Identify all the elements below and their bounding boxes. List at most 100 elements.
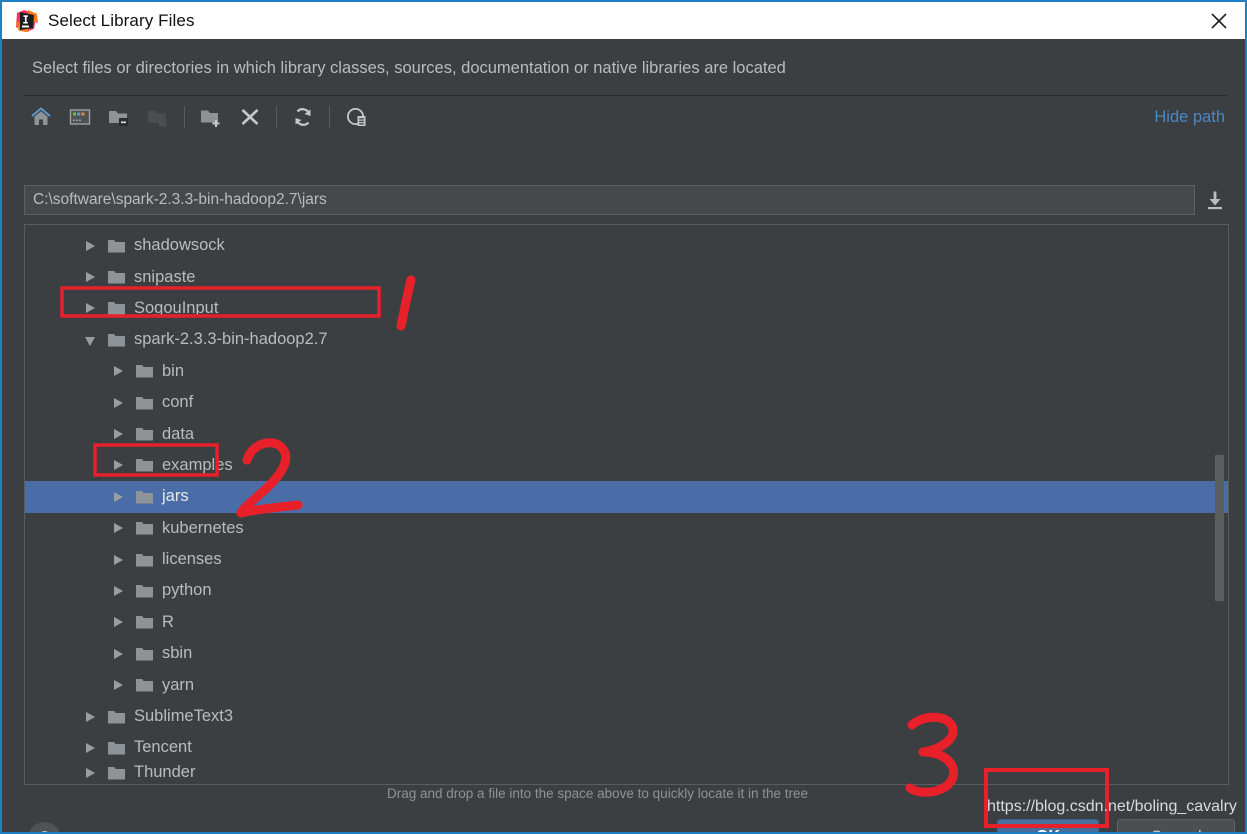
chevron-down-icon[interactable] [85,334,96,346]
show-hidden-icon [347,108,366,126]
tree-row-label: examples [162,455,233,474]
tree-scrollbar-track[interactable] [1215,226,1227,784]
chevron-right-icon[interactable] [113,616,124,628]
tree-row[interactable]: SublimeText3 [25,701,1228,732]
tree-row[interactable]: Thunder [25,763,1228,782]
tree-row-label: Thunder [134,763,196,782]
folder-icon [108,270,125,284]
path-row [24,184,1227,216]
desktop-button[interactable] [63,100,97,134]
refresh-button[interactable] [286,100,320,134]
folder-icon [108,766,125,780]
dialog-body: Select files or directories in which lib… [4,39,1245,832]
chevron-right-icon[interactable] [113,365,124,377]
tree-row[interactable]: sbin [25,638,1228,669]
title-bar: Select Library Files [2,2,1245,39]
chevron-right-icon[interactable] [113,522,124,534]
close-button[interactable] [1193,2,1245,39]
chevron-right-icon[interactable] [113,585,124,597]
tree-row[interactable]: kubernetes [25,513,1228,544]
folder-icon [136,522,153,535]
tree-row-label: licenses [162,550,222,569]
refresh-icon [295,108,311,126]
tree-row[interactable]: examples [25,450,1228,481]
tree-row-label: sbin [162,644,193,663]
tree-row[interactable]: bin [25,356,1228,387]
delete-icon [241,109,259,125]
chevron-right-icon[interactable] [113,428,124,440]
chevron-right-icon[interactable] [113,459,124,471]
path-input[interactable] [24,185,1196,215]
tree-row[interactable]: licenses [25,544,1228,575]
tree-scrollbar-thumb[interactable] [1215,455,1224,601]
folder-icon [108,710,125,724]
chevron-right-icon[interactable] [85,302,96,314]
chevron-right-icon[interactable] [85,711,96,723]
folder-icon [136,647,153,661]
new-folder-button[interactable] [194,100,228,134]
chevron-right-icon[interactable] [113,648,124,660]
tree-row-label: yarn [162,675,195,694]
tree-row-label: kubernetes [162,518,244,537]
folder-module-icon [148,111,167,127]
show-hidden-button[interactable] [339,100,373,134]
chevron-right-icon[interactable] [85,271,96,283]
tree-row[interactable]: SogouInput [25,293,1228,324]
folder-icon [108,741,125,755]
path-download-button[interactable] [1203,189,1227,211]
hide-path-link[interactable]: Hide path [1154,108,1225,127]
folder-icon [108,271,125,284]
file-tree[interactable]: shadowsock snipaste SogouInput spark-2.3.3-… [25,230,1228,782]
tree-row[interactable]: yarn [25,669,1228,700]
tree-row[interactable]: python [25,575,1228,606]
folder-icon [108,333,125,347]
folder-icon [136,679,153,692]
folder-icon [136,615,153,629]
help-icon: ? [39,828,49,832]
select-library-files-dialog: Select Library Files Select files or dir… [0,0,1247,834]
tree-row[interactable]: jars [25,481,1228,513]
tree-row-label: R [162,612,174,631]
chevron-right-icon[interactable] [113,554,124,566]
toolbar-separator-1 [184,106,185,128]
chevron-right-icon[interactable] [113,679,124,691]
folder-icon [136,553,153,567]
download-arrow-icon [1208,191,1223,210]
tree-row-label: SogouInput [134,298,219,317]
tree-row-label: snipaste [134,267,196,286]
folder-icon [108,302,125,315]
chevron-right-icon[interactable] [113,397,124,409]
tree-row[interactable]: data [25,418,1228,449]
chevron-right-icon[interactable] [85,240,96,252]
tree-row[interactable]: Tencent [25,732,1228,763]
tree-row-label: Tencent [134,738,192,757]
project-folder-button[interactable] [102,100,136,134]
help-button[interactable]: ? [28,822,61,832]
cancel-button[interactable]: Cancel [1117,819,1235,832]
tree-row[interactable]: snipaste [25,261,1228,292]
folder-icon [136,396,153,410]
folder-icon [108,766,125,780]
chevron-right-icon[interactable] [85,742,96,754]
close-icon [1211,12,1227,29]
tree-row[interactable]: shadowsock [25,230,1228,261]
watermark-url: https://blog.csdn.net/boling_cavalry [987,798,1237,815]
folder-icon [136,396,153,410]
folder-collapse-icon [109,111,128,126]
home-icon [31,107,51,125]
window-title: Select Library Files [48,10,195,30]
chevron-right-icon[interactable] [85,767,96,779]
tree-row[interactable]: spark-2.3.3-bin-hadoop2.7 [25,324,1228,355]
home-button[interactable] [24,100,58,134]
folder-icon [136,553,153,567]
tree-row[interactable]: conf [25,387,1228,418]
folder-icon [136,365,153,378]
tree-row[interactable]: R [25,607,1228,638]
chevron-right-icon[interactable] [113,491,124,503]
folder-icon [108,741,125,755]
ok-button[interactable]: OK [997,819,1099,832]
folder-icon [136,647,153,661]
folder-icon [136,459,153,472]
delete-button[interactable] [233,100,267,134]
module-folder-button[interactable] [141,100,175,134]
